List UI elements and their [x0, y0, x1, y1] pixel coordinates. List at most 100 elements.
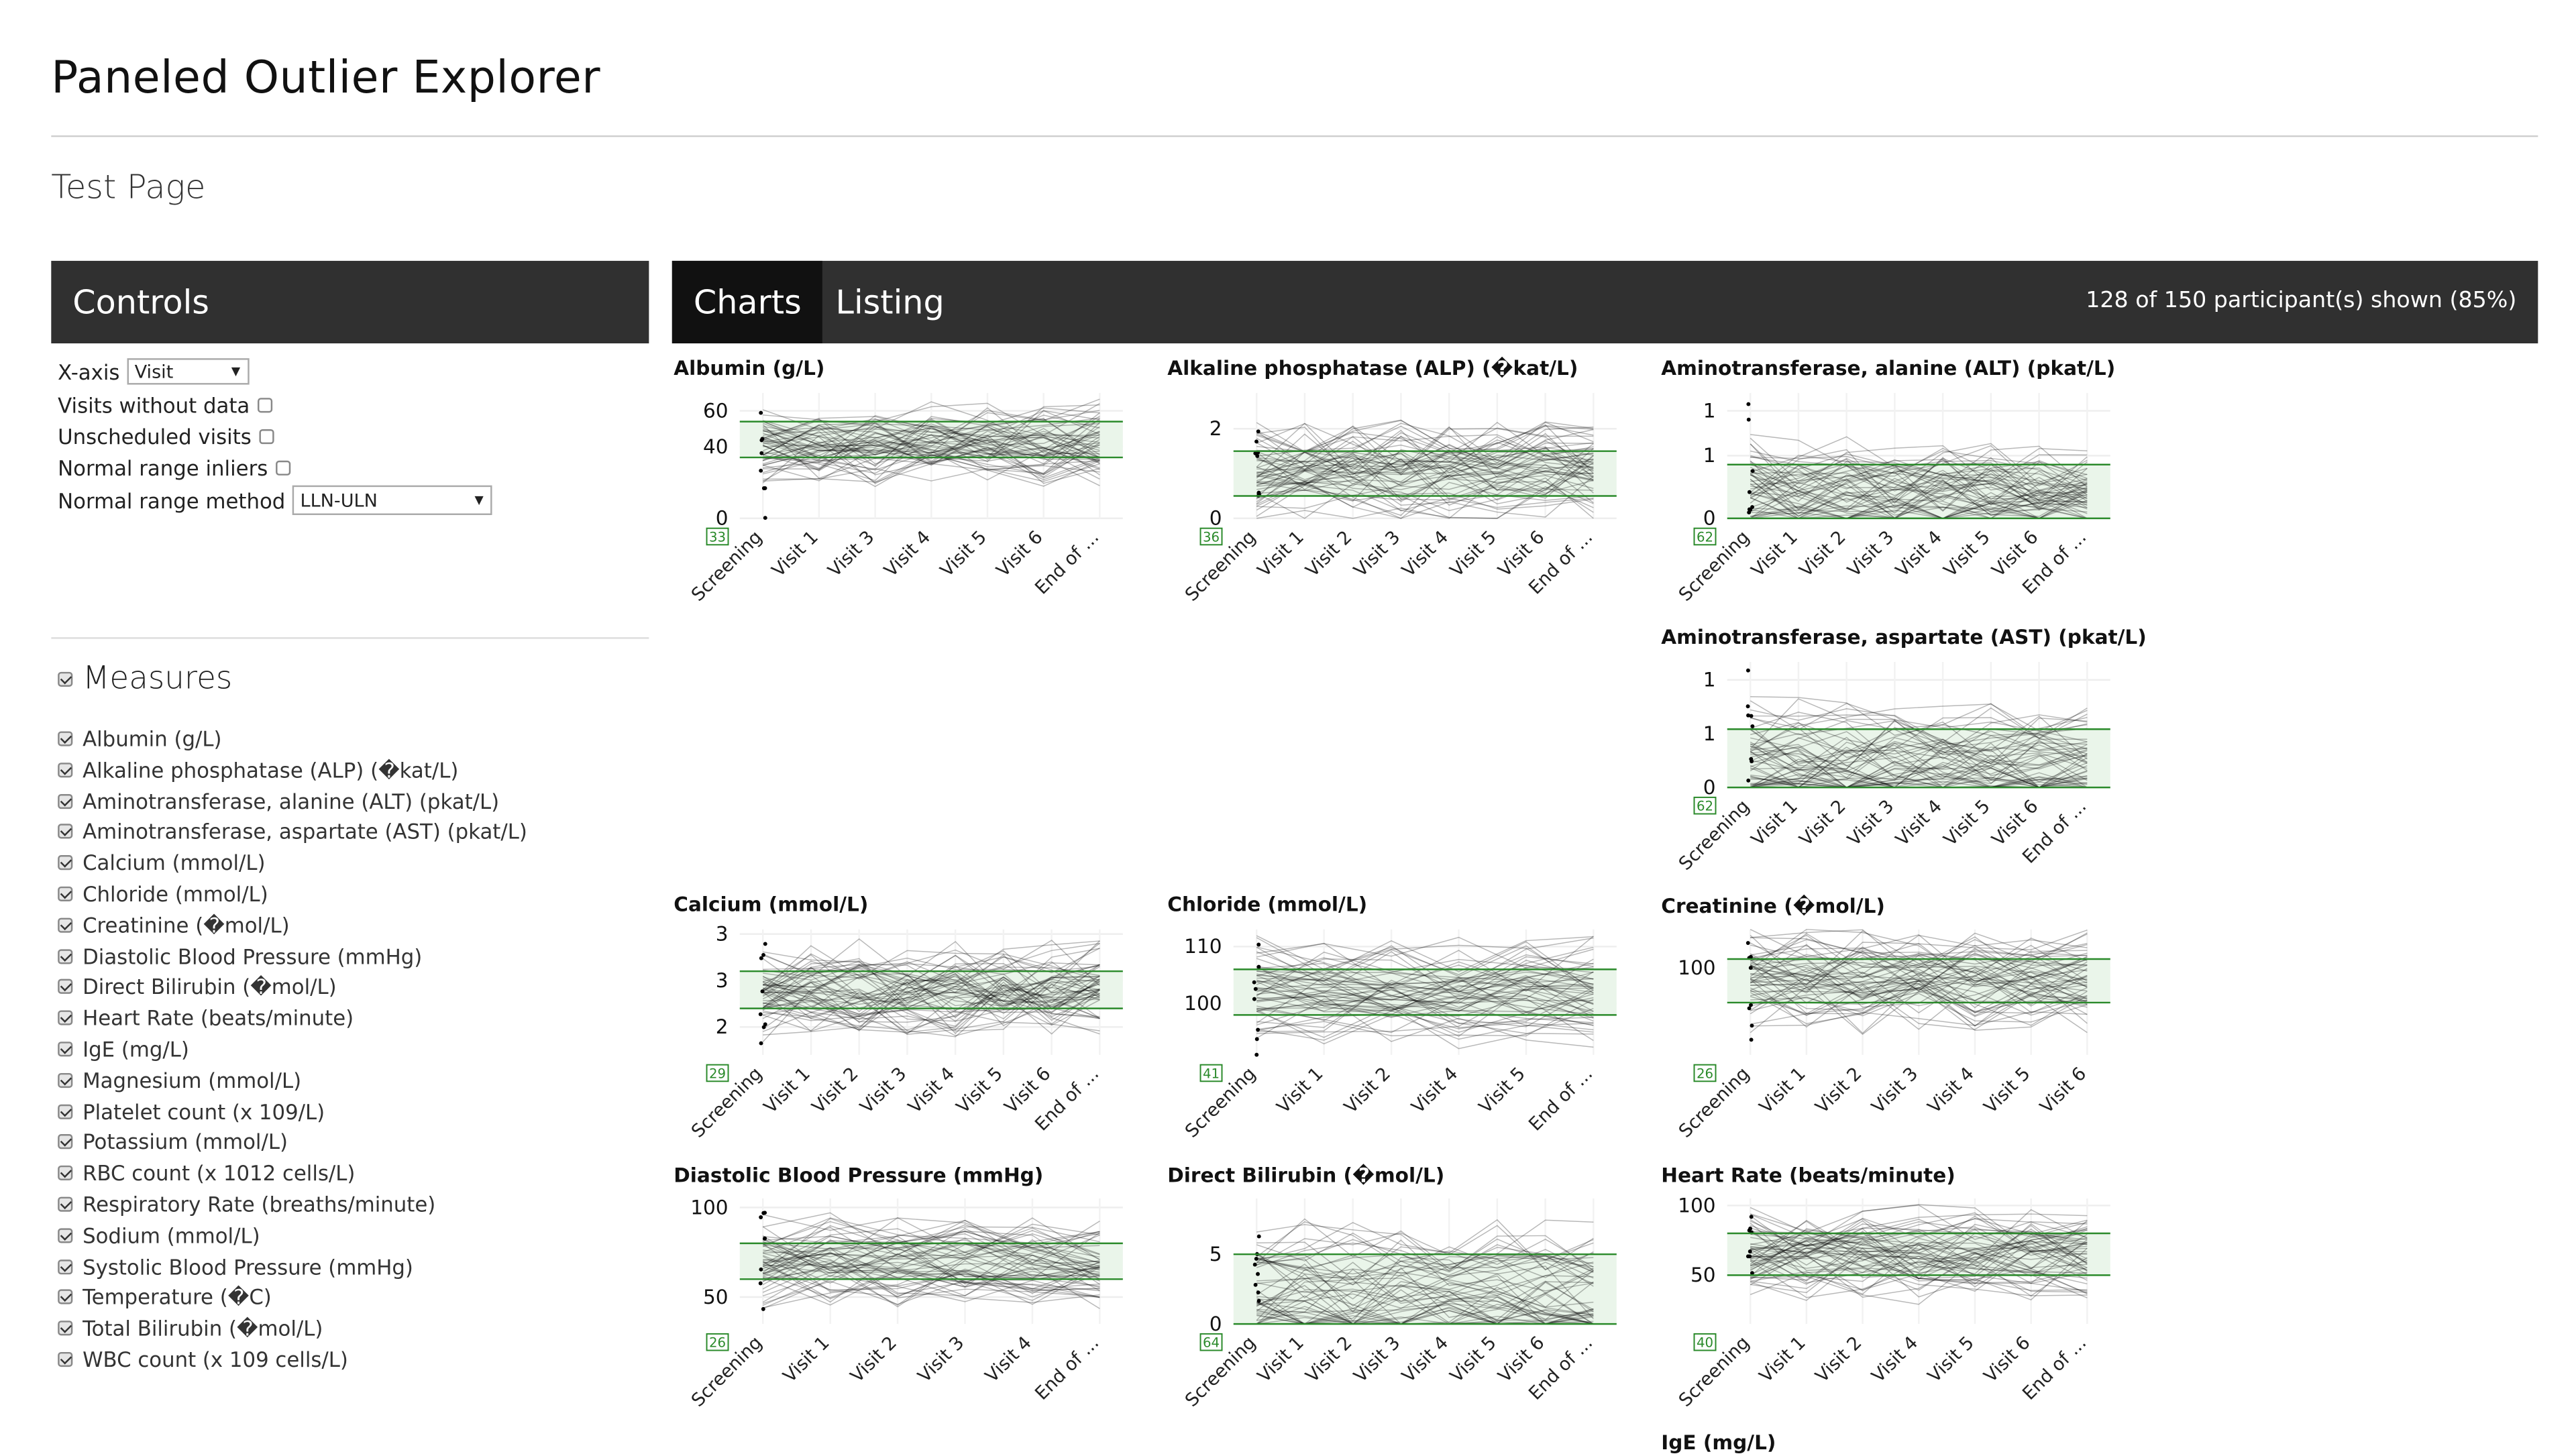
measure-item[interactable]: Temperature (�C)	[58, 1285, 272, 1310]
chart-panel[interactable]: 11010041Screening Visit 1 Visit 2 Visit 4 Vi…	[1181, 929, 1617, 1187]
outlier-point	[759, 451, 764, 455]
outlier-point	[1747, 490, 1752, 494]
measure-checkbox[interactable]	[58, 1166, 73, 1181]
measure-item[interactable]: Direct Bilirubin (�mol/L)	[58, 974, 337, 999]
measure-checkbox[interactable]	[58, 1042, 73, 1057]
measure-checkbox[interactable]	[58, 1010, 73, 1026]
measure-checkbox[interactable]	[58, 1321, 73, 1336]
measure-item[interactable]: Diastolic Blood Pressure (mmHg)	[58, 944, 422, 968]
chart-title: Heart Rate (beats/minute)	[1661, 1164, 1955, 1187]
y-tick-label: 50	[1690, 1264, 1716, 1286]
x-tick-label: Visit 5	[1980, 1063, 2035, 1117]
measure-item[interactable]: IgE (mg/L)	[58, 1037, 189, 1062]
chart-panel[interactable]: 33229ScreeningVisit 1Visit 2Visit 3Visit…	[688, 923, 1123, 1187]
measure-item[interactable]: Creatinine (�mol/L)	[58, 913, 290, 938]
normal-range-inliers-checkbox[interactable]	[276, 460, 291, 475]
measure-checkbox[interactable]	[58, 1227, 73, 1243]
x-tick-label: Visit 1	[1254, 1333, 1308, 1387]
measure-item[interactable]: Alkaline phosphatase (ALP) (�kat/L)	[58, 757, 458, 782]
chart-panel[interactable]: 1005026Screening Visit 1 Visit 2 Visit 3 Vis…	[688, 1196, 1123, 1456]
y-tick-label: 0	[1210, 1312, 1222, 1335]
measure-checkbox[interactable]	[58, 917, 73, 933]
outlier-point	[759, 468, 763, 473]
measure-item[interactable]: Aminotransferase, aspartate (AST) (pkat/…	[58, 820, 527, 844]
chart-panel[interactable]: 5064ScreeningVisit 1Visit 2Visit 3Visit …	[1181, 1198, 1617, 1456]
chart-panel[interactable]: 10026Screening Visit 1 Visit 2 Visit 3 Visit…	[1675, 929, 2110, 1187]
chart-panel[interactable]: 1005040Screening Visit 1 Visit 2 Visit 4 Vis…	[1675, 1194, 2110, 1456]
x-tick-label: Visit 2	[847, 1333, 901, 1387]
controls-header: Controls	[51, 260, 649, 343]
outlier-point	[759, 956, 763, 960]
measure-item[interactable]: Aminotransferase, alanine (ALT) (pkat/L)	[58, 789, 499, 814]
y-tick-label: 3	[716, 969, 729, 992]
measure-checkbox[interactable]	[58, 1103, 73, 1119]
measure-checkbox[interactable]	[58, 1351, 73, 1367]
measure-checkbox[interactable]	[58, 1259, 73, 1274]
unscheduled-visits-checkbox[interactable]	[260, 429, 275, 445]
chart-panel[interactable]: 11062ScreeningVisit 1Visit 2Visit 3Visit…	[1675, 662, 2110, 919]
measure-label: Aminotransferase, aspartate (AST) (pkat/…	[83, 819, 527, 844]
measure-checkbox[interactable]	[58, 1290, 73, 1305]
measure-label: Total Bilirubin (�mol/L)	[83, 1316, 323, 1341]
y-tick-label: 100	[690, 1196, 728, 1219]
measure-checkbox[interactable]	[58, 855, 73, 871]
xaxis-control: X-axis Visit ▼	[58, 358, 249, 385]
count-badge-label: 26	[709, 1335, 726, 1351]
measures-select-all-checkbox[interactable]	[58, 671, 73, 686]
normal-range-method-select[interactable]: LLN-ULN ▼	[292, 485, 492, 515]
chart-panel[interactable]: 6040033Screening Visit 1 Visit 3 Visit 4 Vis…	[688, 392, 1123, 651]
measure-item[interactable]: Calcium (mmol/L)	[58, 850, 266, 875]
measure-checkbox[interactable]	[58, 824, 73, 840]
measure-checkbox[interactable]	[58, 886, 73, 901]
measure-label: Albumin (g/L)	[83, 726, 222, 751]
measure-checkbox[interactable]	[58, 1072, 73, 1088]
x-tick-label: Visit 4	[1892, 526, 1946, 581]
x-tick-label: Visit 2	[1796, 526, 1850, 581]
y-tick-label: 1	[1703, 444, 1716, 467]
xaxis-select[interactable]: Visit ▼	[126, 358, 249, 385]
measure-label: Systolic Blood Pressure (mmHg)	[83, 1253, 413, 1279]
measure-item[interactable]: Sodium (mmol/L)	[58, 1223, 260, 1247]
outlier-point	[761, 1025, 766, 1029]
measure-label: WBC count (x 109 cells/L)	[83, 1347, 348, 1372]
measure-checkbox[interactable]	[58, 731, 73, 746]
measure-checkbox[interactable]	[58, 1135, 73, 1150]
measure-label: IgE (mg/L)	[83, 1036, 189, 1062]
x-tick-label: Visit 5	[1940, 526, 1994, 581]
measure-item[interactable]: WBC count (x 109 cells/L)	[58, 1347, 348, 1372]
outlier-point	[1746, 941, 1750, 946]
measure-item[interactable]: Heart Rate (beats/minute)	[58, 1006, 354, 1030]
measure-checkbox[interactable]	[58, 979, 73, 995]
y-tick-label: 0	[716, 507, 729, 530]
measure-item[interactable]: RBC count (x 1012 cells/L)	[58, 1161, 355, 1186]
measure-item[interactable]: Platelet count (x 109/L)	[58, 1099, 325, 1123]
measure-item[interactable]: Magnesium (mmol/L)	[58, 1068, 301, 1093]
chart-panel[interactable]: 11062ScreeningVisit 1Visit 2Visit 3Visit…	[1675, 392, 2110, 651]
outlier-point	[760, 437, 765, 441]
x-tick-label: Visit 3	[1843, 796, 1898, 850]
outlier-point	[763, 1236, 767, 1241]
measure-checkbox[interactable]	[58, 1196, 73, 1212]
measure-item[interactable]: Respiratory Rate (breaths/minute)	[58, 1192, 435, 1217]
measure-checkbox[interactable]	[58, 793, 73, 809]
chart-panel[interactable]: 2036ScreeningVisit 1Visit 2Visit 3Visit …	[1181, 392, 1617, 651]
tab-listing[interactable]: Listing	[814, 261, 966, 343]
measure-checkbox[interactable]	[58, 762, 73, 777]
tab-charts[interactable]: Charts	[672, 260, 823, 343]
y-tick-label: 5	[1210, 1243, 1222, 1266]
outlier-point	[1747, 1006, 1752, 1011]
visits-without-data-checkbox[interactable]	[258, 398, 273, 413]
tab-bar: Charts Listing 128 of 150 participant(s)…	[672, 260, 2538, 343]
measure-label: Direct Bilirubin (�mol/L)	[83, 974, 337, 1000]
measure-item[interactable]: Potassium (mmol/L)	[58, 1130, 288, 1155]
measure-item[interactable]: Chloride (mmol/L)	[58, 881, 268, 906]
xaxis-select-value: Visit	[134, 360, 174, 382]
controls-divider	[51, 637, 649, 639]
measure-item[interactable]: Albumin (g/L)	[58, 726, 222, 751]
measure-checkbox[interactable]	[58, 948, 73, 964]
x-tick-label: Visit 2	[1302, 1333, 1356, 1387]
measure-item[interactable]: Total Bilirubin (�mol/L)	[58, 1316, 323, 1341]
y-tick-label: 1	[1703, 722, 1716, 745]
outlier-point	[1749, 1038, 1754, 1042]
measure-item[interactable]: Systolic Blood Pressure (mmHg)	[58, 1254, 413, 1279]
